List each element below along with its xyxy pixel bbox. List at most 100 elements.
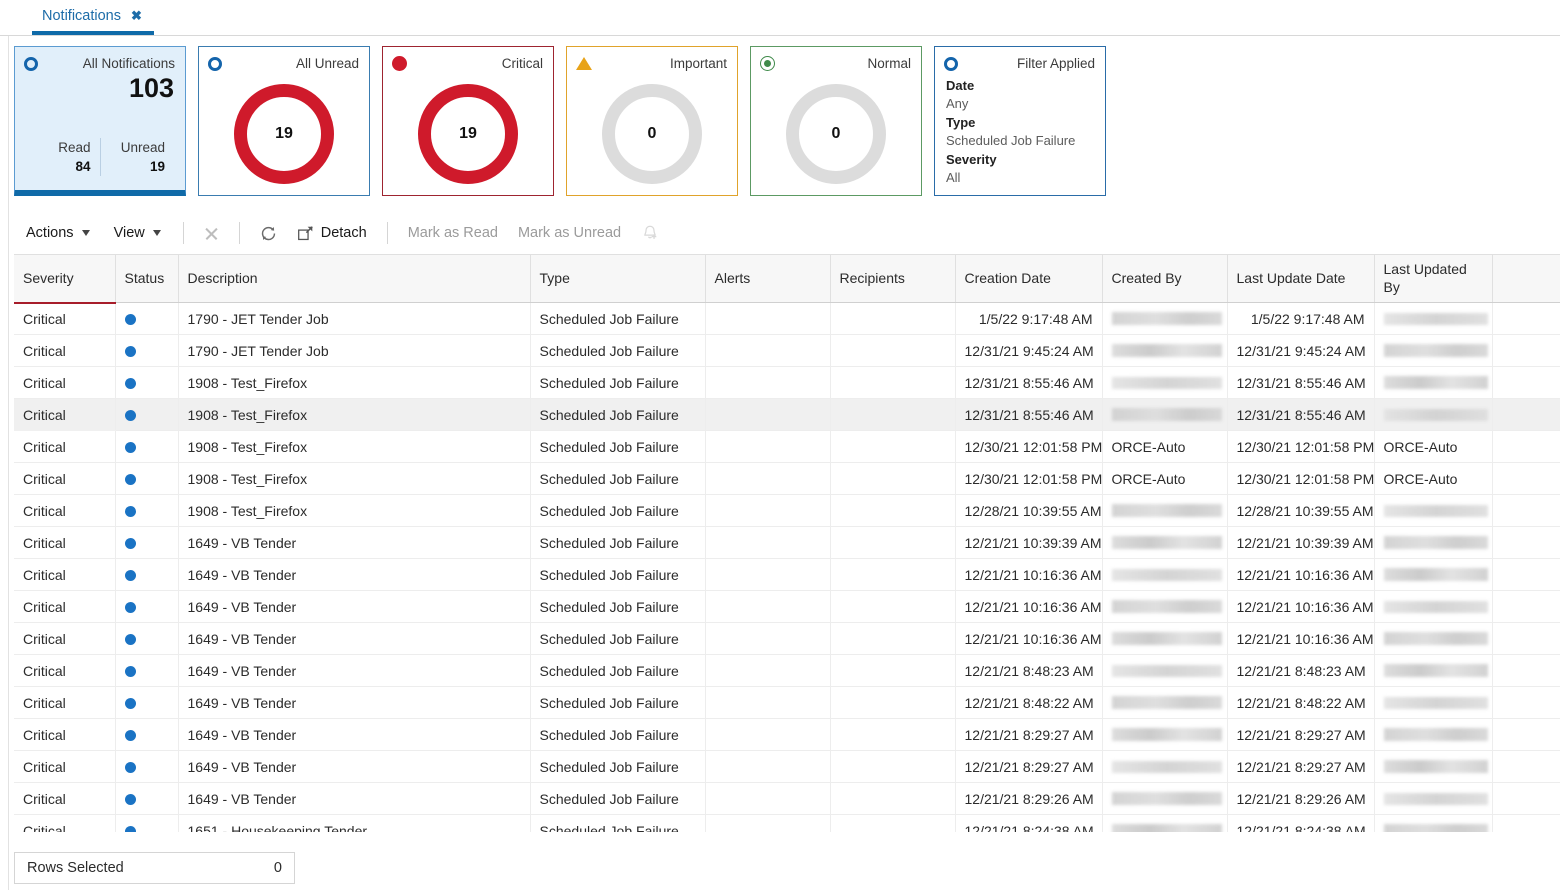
col-header-spacer [1492,255,1560,303]
cell-last-update-date: 12/30/21 12:01:58 PM [1227,430,1375,463]
cell-status [115,462,179,495]
card-filter-applied[interactable]: Filter Applied Date Any Type Scheduled J… [934,46,1106,196]
cell-created-by [1102,526,1228,559]
redacted-value [1383,792,1488,805]
table-row[interactable]: Critical 1649 - VB Tender Scheduled Job Fa… [14,686,1560,719]
unread-status-icon [124,474,136,486]
card-normal[interactable]: Normal 0 [750,46,922,196]
card-header: Critical [383,47,553,73]
cell-recipients [830,366,956,399]
mark-as-read-label: Mark as Read [407,225,498,241]
card-title: Critical [501,56,543,71]
filter-severity-label: Severity [946,151,997,167]
cell-alerts [705,590,831,623]
card-critical[interactable]: Critical 19 [382,46,554,196]
mark-as-unread-button[interactable]: Mark as Unread [508,221,631,245]
cell-created-by: ORCE-Auto [1102,462,1228,495]
redacted-value [1383,632,1488,645]
cell-alerts [705,302,831,335]
cell-last-update-date: 12/31/21 8:55:46 AM [1227,366,1375,399]
subscribe-button[interactable] [631,220,669,246]
col-header-creation-date[interactable]: Creation Date [955,255,1103,303]
refresh-button[interactable] [250,221,287,246]
actions-menu[interactable]: Actions [14,221,102,245]
redacted-value [1111,824,1222,832]
ring-icon [208,56,222,71]
cell-alerts [705,782,831,815]
table-row[interactable]: Critical 1649 - VB Tender Scheduled Job Fa… [14,526,1560,559]
redacted-value [1111,632,1222,645]
table-row[interactable]: Critical 1790 - JET Tender Job Scheduled J… [14,302,1560,335]
donut-chart: 19 [234,84,334,184]
cell-severity: Critical [14,494,116,527]
cell-last-updated-by [1374,334,1493,367]
col-header-status[interactable]: Status [115,255,179,303]
table-row[interactable]: Critical 1649 - VB Tender Scheduled Job Fa… [14,750,1560,783]
col-header-last-updated-by[interactable]: Last Updated By [1374,255,1493,303]
card-body: 0 [567,73,737,195]
table-row[interactable]: Critical 1649 - VB Tender Scheduled Job Fa… [14,558,1560,591]
table-row[interactable]: Critical 1908 - Test_Firefox Scheduled Job… [14,398,1560,431]
card-all-unread[interactable]: All Unread 19 [198,46,370,196]
donut-chart: 0 [786,84,886,184]
delete-button[interactable] [194,222,229,245]
cell-creation-date: 12/21/21 8:29:27 AM [955,750,1103,783]
col-header-recipients[interactable]: Recipients [830,255,956,303]
notifications-grid[interactable]: Severity Status Description Type Alerts … [14,254,1560,832]
tab-notifications[interactable]: Notifications ✖ [32,0,154,35]
cell-alerts [705,526,831,559]
redacted-value [1383,824,1488,832]
col-header-last-update-date[interactable]: Last Update Date [1227,255,1375,303]
table-row[interactable]: Critical 1651 - Housekeeping Tender Schedu… [14,814,1560,832]
table-row[interactable]: Critical 1649 - VB Tender Scheduled Job Fa… [14,622,1560,655]
table-row[interactable]: Critical 1908 - Test_Firefox Scheduled Job… [14,494,1560,527]
col-header-created-by[interactable]: Created By [1102,255,1228,303]
col-header-alerts[interactable]: Alerts [705,255,831,303]
col-header-description[interactable]: Description [178,255,531,303]
cell-recipients [830,718,956,751]
card-body: 0 [751,73,921,195]
cell-spacer [1492,622,1560,655]
table-row[interactable]: Critical 1649 - VB Tender Scheduled Job Fa… [14,590,1560,623]
donut-value: 19 [459,125,477,142]
cell-recipients [830,494,956,527]
cell-description: 1649 - VB Tender [178,686,531,719]
card-important[interactable]: Important 0 [566,46,738,196]
cell-alerts [705,462,831,495]
read-unread-split: Read 84 Unread 19 [15,138,185,190]
redacted-value [1111,504,1222,517]
cell-creation-date: 12/31/21 8:55:46 AM [955,366,1103,399]
col-header-type[interactable]: Type [530,255,706,303]
cell-last-updated-by [1374,654,1493,687]
table-row[interactable]: Critical 1908 - Test_Firefox Scheduled Job… [14,462,1560,495]
view-menu[interactable]: View [102,221,173,245]
cell-last-updated-by [1374,302,1493,335]
cell-severity: Critical [14,782,116,815]
table-row[interactable]: Critical 1908 - Test_Firefox Scheduled Job… [14,366,1560,399]
cell-status [115,334,179,367]
close-icon[interactable]: ✖ [131,9,142,22]
col-header-severity[interactable]: Severity [14,255,116,304]
table-row[interactable]: Critical 1649 - VB Tender Scheduled Job Fa… [14,718,1560,751]
cell-status [115,622,179,655]
cell-spacer [1492,718,1560,751]
all-notifications-total: 103 [128,73,174,103]
table-row[interactable]: Critical 1790 - JET Tender Job Scheduled J… [14,334,1560,367]
cell-severity: Critical [14,462,116,495]
cell-type: Scheduled Job Failure [530,622,706,655]
redacted-value [1111,792,1222,805]
read-value: 84 [75,158,91,174]
table-row[interactable]: Critical 1908 - Test_Firefox Scheduled Job… [14,430,1560,463]
mark-as-read-button[interactable]: Mark as Read [398,221,508,245]
table-row[interactable]: Critical 1649 - VB Tender Scheduled Job Fa… [14,782,1560,815]
cell-recipients [830,654,956,687]
cell-creation-date: 12/21/21 8:29:27 AM [955,718,1103,751]
table-row[interactable]: Critical 1649 - VB Tender Scheduled Job Fa… [14,654,1560,687]
cell-last-update-date: 12/21/21 8:29:26 AM [1227,782,1375,815]
card-all-notifications[interactable]: All Notifications 103 Read 84 Unread 19 [14,46,186,196]
cell-type: Scheduled Job Failure [530,398,706,431]
detach-button[interactable]: Detach [287,221,377,246]
filter-type-label: Type [946,114,976,130]
cell-status [115,558,179,591]
unread-status-icon [124,314,136,326]
